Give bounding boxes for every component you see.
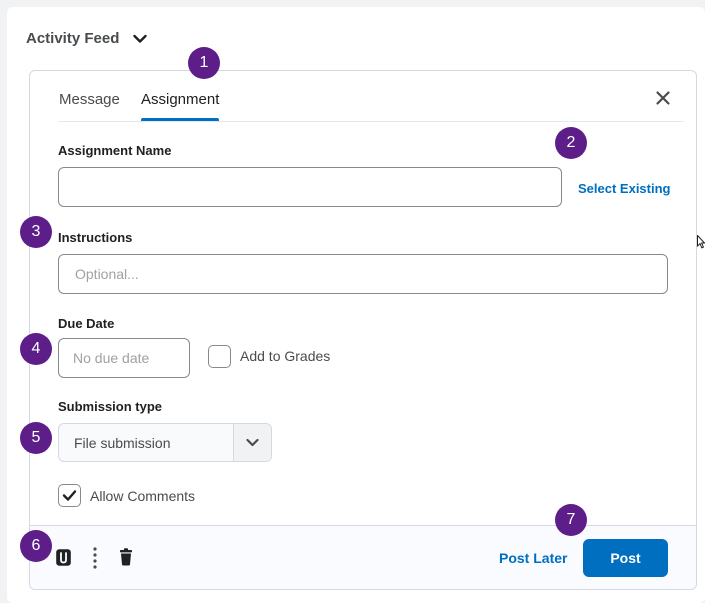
add-to-grades-checkbox[interactable] xyxy=(208,345,231,368)
trash-icon[interactable] xyxy=(119,548,133,566)
callout-badge: 3 xyxy=(20,216,52,248)
attachment-icon[interactable] xyxy=(55,548,72,567)
callout-badge: 4 xyxy=(20,333,52,365)
tab-message[interactable]: Message xyxy=(59,91,120,108)
callout-badge: 6 xyxy=(20,530,52,562)
post-later-button[interactable]: Post Later xyxy=(499,550,567,566)
mouse-cursor-icon xyxy=(697,235,705,249)
select-arrow xyxy=(233,424,271,461)
add-to-grades-label: Add to Grades xyxy=(240,348,331,364)
more-vertical-icon[interactable] xyxy=(92,546,98,570)
post-type-tabs: Message Assignment xyxy=(30,71,696,122)
activity-feed-toggle[interactable]: Activity Feed xyxy=(26,30,148,47)
allow-comments-label: Allow Comments xyxy=(90,488,196,504)
close-icon[interactable] xyxy=(654,89,672,107)
assignment-name-input[interactable] xyxy=(58,167,562,207)
chevron-down-icon xyxy=(246,438,259,447)
submission-type-select[interactable]: File submission xyxy=(58,423,272,462)
select-existing-link[interactable]: Select Existing xyxy=(578,181,670,196)
callout-badge: 2 xyxy=(555,127,587,159)
tab-assignment[interactable]: Assignment xyxy=(141,91,219,108)
submission-type-label: Submission type xyxy=(58,399,163,414)
post-button[interactable]: Post xyxy=(583,539,668,577)
submission-type-value: File submission xyxy=(74,435,171,451)
assignment-name-label: Assignment Name xyxy=(58,143,172,158)
callout-badge: 1 xyxy=(188,47,220,79)
callout-badge: 5 xyxy=(20,422,52,454)
chevron-down-icon xyxy=(133,34,148,43)
callout-badge: 7 xyxy=(555,504,587,536)
checkmark-icon xyxy=(62,490,77,501)
activity-feed-title: Activity Feed xyxy=(26,30,120,47)
due-date-label: Due Date xyxy=(58,316,115,331)
instructions-label: Instructions xyxy=(58,230,133,245)
post-footer: Post Later Post xyxy=(30,525,696,589)
create-post-card: Message Assignment Assignment Name Selec… xyxy=(29,70,697,590)
instructions-input[interactable] xyxy=(58,254,668,294)
due-date-input[interactable] xyxy=(58,338,190,378)
tabs-divider xyxy=(58,121,684,122)
allow-comments-checkbox[interactable] xyxy=(58,484,81,507)
